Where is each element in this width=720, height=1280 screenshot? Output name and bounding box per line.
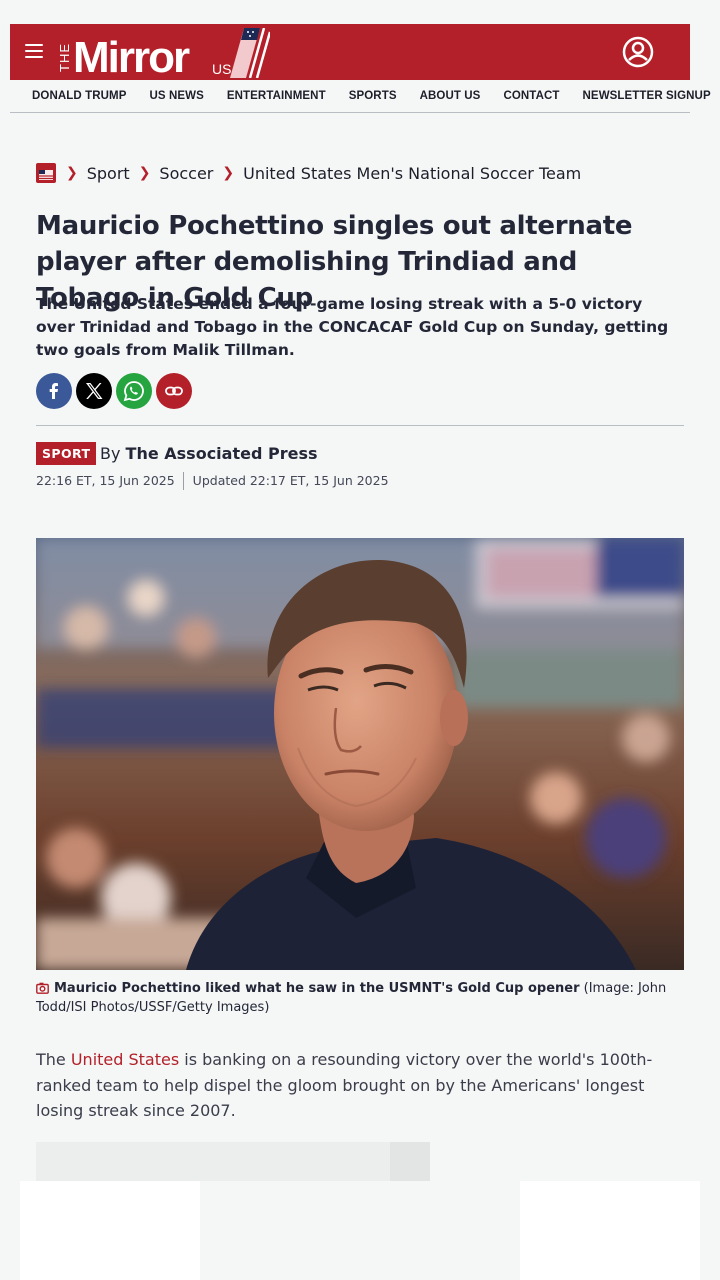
menu-icon[interactable] [25,44,43,58]
breadcrumb: ❯ Sport ❯ Soccer ❯ United States Men's N… [36,162,581,184]
ad-slot-side [390,1142,430,1182]
pochettino-photo [36,538,684,970]
chevron-right-icon: ❯ [66,165,78,181]
published-time: 22:16 ET, 15 Jun 2025 [36,473,175,488]
caption-text: Mauricio Pochettino liked what he saw in… [54,981,580,996]
x-share-button[interactable] [76,373,112,409]
nav-item-contact[interactable]: CONTACT [503,90,559,102]
facebook-share-button[interactable] [36,373,72,409]
nav-item-about-us[interactable]: ABOUT US [420,90,481,102]
united-states-link[interactable]: United States [71,1050,179,1069]
logo-us: US [212,61,231,77]
divider [36,425,684,426]
sticky-ad-left [20,1181,200,1280]
ad-slot [36,1142,430,1182]
facebook-icon [49,383,58,399]
x-icon [86,383,103,399]
camera-icon [36,982,49,994]
nav-item-entertainment[interactable]: ENTERTAINMENT [227,90,326,102]
byline: By The Associated Press [100,443,318,465]
sticky-ad-center [200,1181,520,1280]
breadcrumb-soccer[interactable]: Soccer [159,164,213,183]
nav-item-sports[interactable]: SPORTS [349,90,397,102]
article-paragraph: The United States is banking on a resoun… [36,1047,686,1124]
main-nav: DONALD TRUMP US NEWS ENTERTAINMENT SPORT… [10,80,711,113]
link-icon [165,386,183,396]
paragraph-start: The [36,1050,71,1069]
account-icon[interactable] [622,36,654,68]
logo-the: THE [57,43,72,72]
lead-image[interactable] [36,538,684,970]
updated-time: Updated 22:17 ET, 15 Jun 2025 [182,472,389,490]
whatsapp-icon [123,381,144,402]
breadcrumb-usmnt[interactable]: United States Men's National Soccer Team [243,164,581,183]
home-logo-icon[interactable] [36,163,56,183]
mirror-us-logo[interactable]: THE Mirror US [56,28,270,78]
copy-link-button[interactable] [156,373,192,409]
share-bar [36,373,192,409]
chevron-right-icon: ❯ [138,165,151,181]
article-dates: 22:16 ET, 15 Jun 2025 Updated 22:17 ET, … [36,472,389,490]
article-standfirst: The United States ended a four-game losi… [36,295,669,359]
nav-item-newsletter-signup[interactable]: NEWSLETTER SIGNUP [583,90,711,102]
logo-word: Mirror [73,33,190,78]
site-header: THE Mirror US [10,24,690,80]
nav-item-donald-trump[interactable]: DONALD TRUMP [32,90,126,102]
byline-prefix: By [100,444,121,463]
author-name[interactable]: The Associated Press [126,444,318,463]
sticky-ad-right [520,1181,700,1280]
nav-item-us-news[interactable]: US NEWS [149,90,203,102]
whatsapp-share-button[interactable] [116,373,152,409]
chevron-right-icon: ❯ [222,165,235,181]
breadcrumb-sport[interactable]: Sport [87,164,130,183]
section-tag[interactable]: SPORT [36,442,97,465]
image-caption: Mauricio Pochettino liked what he saw in… [36,979,686,1017]
